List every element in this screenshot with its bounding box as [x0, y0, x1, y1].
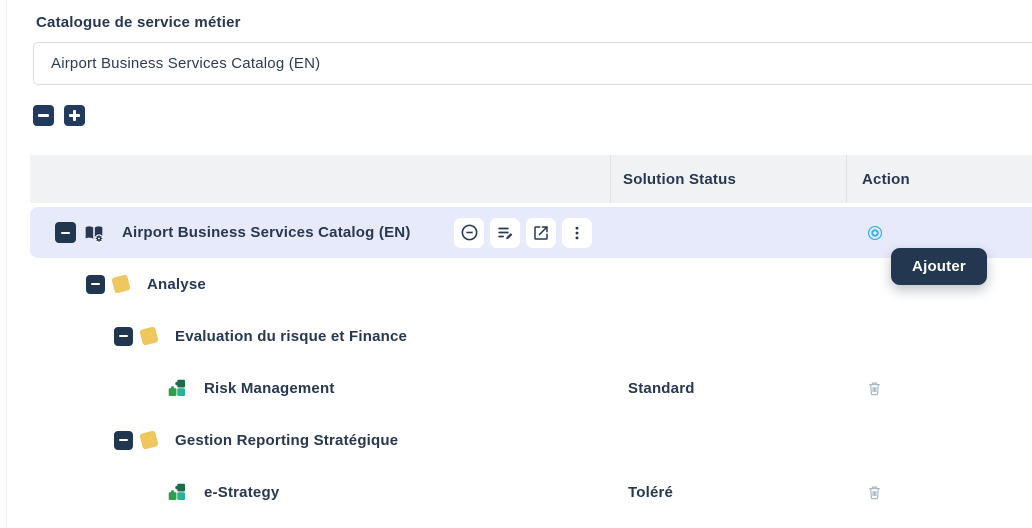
- tree-node-label: e-Strategy: [204, 484, 279, 501]
- tree-row-service[interactable]: e-Strategy Toléré: [30, 466, 1032, 518]
- minus-icon: [119, 335, 128, 337]
- tree-row-capability[interactable]: Gestion Reporting Stratégique: [30, 414, 1032, 466]
- trash-icon: [866, 484, 883, 501]
- tree-row-catalog[interactable]: Airport Business Services Catalog (EN): [30, 207, 1032, 258]
- collapse-toggle-button[interactable]: [114, 431, 133, 450]
- table-header-row: Solution Status Action: [30, 155, 1032, 203]
- panel-edge: [6, 0, 7, 528]
- minus-icon: [91, 283, 100, 285]
- collapse-toggle-button[interactable]: [114, 327, 133, 346]
- solution-status-column-header: Solution Status: [610, 155, 846, 203]
- tree-node-label: Evaluation du risque et Finance: [175, 328, 407, 345]
- catalog-select[interactable]: Airport Business Services Catalog (EN): [33, 42, 1032, 85]
- circle-minus-icon: [460, 223, 479, 242]
- status-cell: Standard: [610, 380, 846, 397]
- edit-note-icon: [496, 223, 515, 242]
- capability-note-icon: [141, 328, 157, 344]
- collapse-toggle-button[interactable]: [55, 222, 76, 243]
- capability-note-icon: [141, 432, 157, 448]
- expand-all-button[interactable]: [64, 105, 85, 126]
- tree-node-label: Analyse: [147, 276, 206, 293]
- tree-node-label: Airport Business Services Catalog (EN): [122, 224, 411, 241]
- more-options-button[interactable]: [562, 218, 592, 248]
- tree-column-header: [30, 155, 610, 203]
- tree-row-capability[interactable]: Analyse: [30, 258, 1032, 310]
- edit-button[interactable]: [490, 218, 520, 248]
- open-in-new-icon: [532, 224, 550, 242]
- open-in-new-button[interactable]: [526, 218, 556, 248]
- trash-icon: [866, 380, 883, 397]
- status-cell: Toléré: [610, 484, 846, 501]
- capability-note-icon: [113, 276, 129, 292]
- catalog-tree-table: Solution Status Action: [30, 155, 1032, 518]
- tree-row-service[interactable]: Risk Management Standard: [30, 362, 1032, 414]
- delete-button[interactable]: [866, 484, 883, 501]
- service-puzzle-icon: [168, 483, 186, 501]
- tree-node-label: Risk Management: [204, 380, 335, 397]
- add-button[interactable]: [866, 224, 884, 242]
- minus-icon: [61, 232, 70, 234]
- tree-row-capability[interactable]: Evaluation du risque et Finance: [30, 310, 1032, 362]
- catalog-book-gear-icon: [84, 223, 104, 243]
- kebab-menu-icon: [568, 224, 586, 242]
- add-circle-icon: [866, 224, 884, 242]
- delete-button[interactable]: [866, 380, 883, 397]
- collapse-all-button[interactable]: [33, 105, 54, 126]
- catalog-select-value: Airport Business Services Catalog (EN): [51, 55, 320, 72]
- catalog-select-label: Catalogue de service métier: [36, 14, 241, 31]
- minus-icon: [38, 114, 49, 117]
- circle-minus-button[interactable]: [454, 218, 484, 248]
- tree-node-label: Gestion Reporting Stratégique: [175, 432, 398, 449]
- collapse-toggle-button[interactable]: [86, 275, 105, 294]
- add-tooltip: Ajouter: [891, 248, 987, 285]
- row-actions: [454, 218, 592, 248]
- service-puzzle-icon: [168, 379, 186, 397]
- minus-icon: [119, 439, 128, 441]
- action-column-header: Action: [846, 155, 1032, 203]
